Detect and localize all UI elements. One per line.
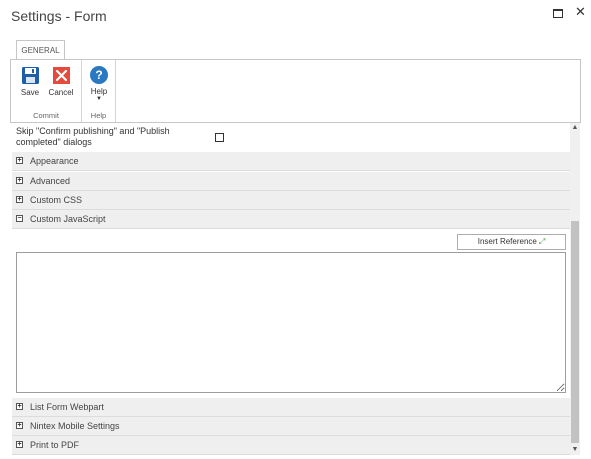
cancel-icon <box>52 66 71 85</box>
section-custom-javascript[interactable]: − Custom JavaScript <box>12 210 570 229</box>
section-advanced[interactable]: + Advanced <box>12 172 570 191</box>
ribbon: Save Cancel Commit ? Help ▼ Help <box>10 59 581 123</box>
scrollbar-thumb[interactable] <box>571 221 579 443</box>
expand-icon: + <box>16 157 23 164</box>
section-label: Advanced <box>30 176 71 186</box>
help-button[interactable]: ? Help ▼ <box>85 66 113 102</box>
vertical-scrollbar[interactable]: ▲ ▼ <box>570 123 580 455</box>
section-label: Print to PDF <box>30 440 80 450</box>
skip-dialogs-checkbox[interactable] <box>215 133 224 142</box>
title-bar: Settings - Form ✕ <box>0 0 591 34</box>
save-label: Save <box>20 88 40 97</box>
scroll-up-icon[interactable]: ▲ <box>570 123 580 133</box>
help-group-label: Help <box>90 111 107 120</box>
section-custom-css[interactable]: + Custom CSS <box>12 191 570 210</box>
expand-icon: + <box>16 196 23 203</box>
scroll-down-icon[interactable]: ▼ <box>570 445 580 455</box>
section-label: Custom JavaScript <box>30 214 106 224</box>
expand-icon: + <box>16 422 23 429</box>
insert-reference-icon: ⤢ <box>538 237 546 246</box>
section-label: Appearance <box>30 156 79 166</box>
section-list-form-webpart[interactable]: + List Form Webpart <box>12 398 570 417</box>
tab-general[interactable]: GENERAL <box>16 40 65 60</box>
section-label: Nintex Mobile Settings <box>30 421 120 431</box>
insert-reference-label: Insert Reference <box>477 237 537 246</box>
expand-icon: + <box>16 403 23 410</box>
chevron-down-icon: ▼ <box>96 96 102 102</box>
save-icon <box>21 66 40 85</box>
commit-group-label: Commit <box>33 111 59 120</box>
ribbon-group-commit: Save Cancel Commit <box>11 60 82 122</box>
custom-javascript-editor[interactable] <box>16 252 566 393</box>
window-title: Settings - Form <box>11 8 107 24</box>
skip-dialogs-label: Skip "Confirm publishing" and "Publish c… <box>16 126 170 147</box>
collapse-icon: − <box>16 215 23 222</box>
close-icon[interactable]: ✕ <box>575 4 586 20</box>
section-label: Custom CSS <box>30 195 83 205</box>
section-label: List Form Webpart <box>30 402 104 412</box>
expand-icon: + <box>16 441 23 448</box>
help-label: Help <box>90 87 108 96</box>
section-appearance[interactable]: + Appearance <box>12 152 570 171</box>
section-nintex-mobile-settings[interactable]: + Nintex Mobile Settings <box>12 417 570 436</box>
expand-icon: + <box>16 177 23 184</box>
save-button[interactable]: Save <box>16 66 44 97</box>
insert-reference-button[interactable]: Insert Reference ⤢ <box>457 234 566 250</box>
maximize-icon[interactable] <box>553 9 563 18</box>
ribbon-group-help: ? Help ▼ Help <box>82 60 116 122</box>
cancel-button[interactable]: Cancel <box>47 66 75 97</box>
cancel-label: Cancel <box>48 88 74 97</box>
settings-content: Skip "Confirm publishing" and "Publish c… <box>10 123 570 455</box>
help-icon: ? <box>90 66 108 84</box>
section-print-to-pdf[interactable]: + Print to PDF <box>12 436 570 455</box>
